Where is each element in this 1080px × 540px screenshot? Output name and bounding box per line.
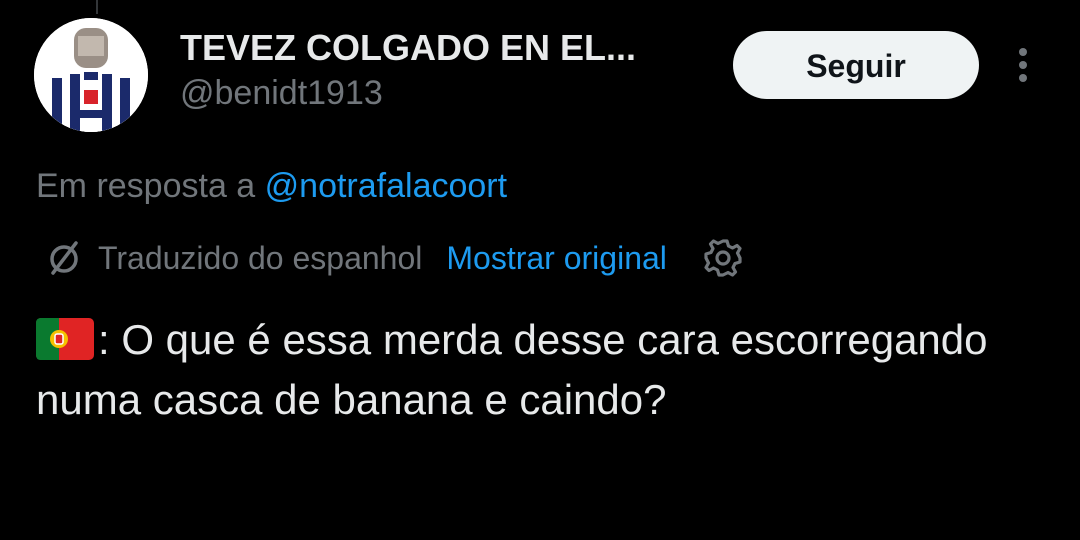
- reply-mention-link[interactable]: @notrafalacoort: [265, 167, 507, 205]
- reply-prefix: Em resposta a: [36, 167, 265, 205]
- show-original-link[interactable]: Mostrar original: [446, 240, 667, 277]
- tweet-text: : O que é essa merda desse cara escorreg…: [36, 310, 1046, 430]
- more-vertical-icon[interactable]: [1010, 44, 1036, 86]
- gear-icon[interactable]: [701, 236, 745, 280]
- follow-button[interactable]: Seguir: [733, 31, 979, 99]
- portugal-flag-icon: [36, 318, 94, 360]
- translated-from-label: Traduzido do espanhol: [98, 239, 423, 276]
- reply-context: Em resposta a @notrafalacoort: [36, 164, 507, 208]
- author-handle[interactable]: @benidt1913: [180, 72, 710, 114]
- translate-icon: [50, 241, 78, 275]
- tweet-body-text: : O que é essa merda desse cara escorreg…: [36, 316, 988, 423]
- author-display-name[interactable]: TEVEZ COLGADO EN EL...: [180, 26, 710, 70]
- avatar-jersey-icon: [34, 18, 148, 132]
- translation-bar: Traduzido do espanhol Mostrar original: [44, 236, 745, 280]
- author-info: TEVEZ COLGADO EN EL... @benidt1913: [180, 26, 710, 114]
- avatar[interactable]: [34, 18, 148, 132]
- thread-connector-line: [96, 0, 98, 14]
